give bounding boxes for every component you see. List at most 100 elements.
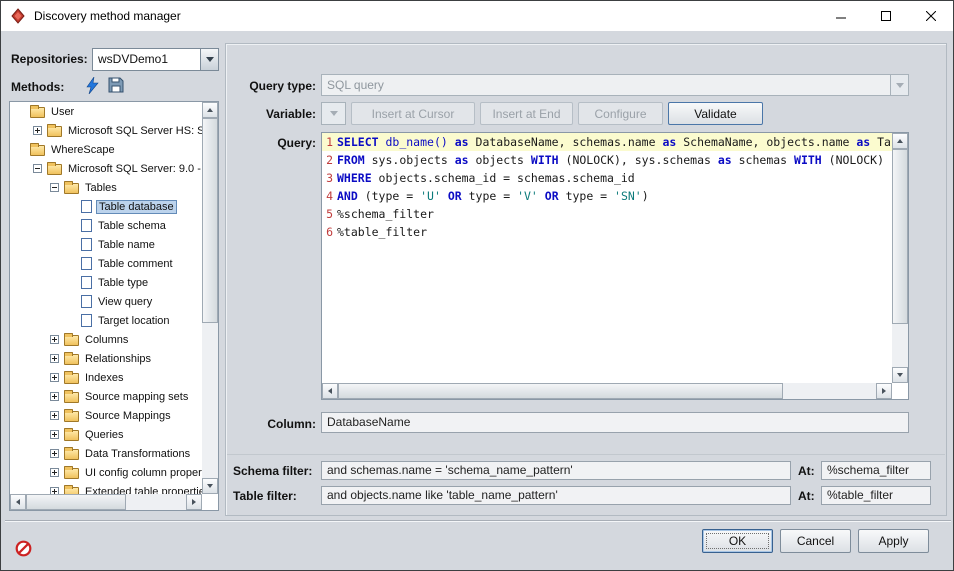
tree-item[interactable]: UI config column properties <box>10 463 202 482</box>
query-editor-content[interactable]: 1SELECT db_name() as DatabaseName, schem… <box>322 133 892 383</box>
tree-item[interactable]: Table comment <box>10 254 202 273</box>
schema-filter-label: Schema filter: <box>233 464 312 478</box>
refresh-methods-button[interactable] <box>82 75 102 95</box>
titlebar[interactable]: Discovery method manager <box>1 1 953 31</box>
close-button[interactable] <box>908 1 953 31</box>
tree-item[interactable]: Source Mappings <box>10 406 202 425</box>
schema-filter-field[interactable]: and schemas.name = 'schema_name_pattern' <box>321 461 791 480</box>
code-line[interactable]: 4AND (type = 'U' OR type = 'V' OR type =… <box>322 187 892 205</box>
arrow-down-icon <box>207 484 213 488</box>
code-text: WHERE objects.schema_id = schemas.schema… <box>337 169 635 187</box>
tree-item[interactable]: Source mapping sets <box>10 387 202 406</box>
expand-icon[interactable] <box>50 392 59 401</box>
tree-item[interactable]: Table name <box>10 235 202 254</box>
expand-icon[interactable] <box>50 449 59 458</box>
doc-icon <box>81 276 92 289</box>
insert-at-end-button[interactable]: Insert at End <box>480 102 573 125</box>
tree-scroll-left-button[interactable] <box>10 494 26 510</box>
filter-section-divider <box>227 454 945 455</box>
query-type-select[interactable]: SQL query <box>321 74 909 96</box>
tree-item-label: Table comment <box>96 257 175 271</box>
expand-icon[interactable] <box>50 373 59 382</box>
tree-item[interactable]: User <box>10 102 202 121</box>
methods-tree-viewport[interactable]: UserMicrosoft SQL Server HS: S WhereScape… <box>10 102 202 494</box>
query-editor[interactable]: 1SELECT db_name() as DatabaseName, schem… <box>321 132 909 400</box>
configure-button[interactable]: Configure <box>578 102 663 125</box>
tree-hscroll-thumb[interactable] <box>26 494 126 510</box>
repositories-dropdown-button[interactable] <box>200 49 218 70</box>
expand-icon[interactable] <box>50 487 59 494</box>
query-type-dropdown-button[interactable] <box>890 75 908 95</box>
minimize-button[interactable] <box>818 1 863 31</box>
code-line[interactable]: 1SELECT db_name() as DatabaseName, schem… <box>322 133 892 151</box>
tree-item[interactable]: Queries <box>10 425 202 444</box>
tree-item[interactable]: Data Transformations <box>10 444 202 463</box>
tree-item-label: Tables <box>83 181 119 195</box>
save-methods-button[interactable] <box>106 75 126 95</box>
arrow-left-icon <box>16 499 20 505</box>
apply-button[interactable]: Apply <box>858 529 929 553</box>
tree-vertical-scrollbar[interactable] <box>202 102 218 494</box>
schema-at-field[interactable]: %schema_filter <box>821 461 931 480</box>
schema-at-label: At: <box>798 464 815 478</box>
insert-at-cursor-button[interactable]: Insert at Cursor <box>351 102 475 125</box>
tree-horizontal-scrollbar[interactable] <box>10 494 202 510</box>
column-field[interactable]: DatabaseName <box>321 412 909 433</box>
variable-select[interactable] <box>321 102 346 125</box>
editor-scroll-up-button[interactable] <box>892 133 908 149</box>
save-icon <box>108 77 124 93</box>
tree-item[interactable]: Table schema <box>10 216 202 235</box>
code-line[interactable]: 3WHERE objects.schema_id = schemas.schem… <box>322 169 892 187</box>
ok-button[interactable]: OK <box>702 529 773 553</box>
tree-item[interactable]: Table type <box>10 273 202 292</box>
tree-item[interactable]: Microsoft SQL Server HS: S <box>10 121 202 140</box>
table-filter-field[interactable]: and objects.name like 'table_name_patter… <box>321 486 791 505</box>
code-line[interactable]: 2FROM sys.objects as objects WITH (NOLOC… <box>322 151 892 169</box>
doc-icon <box>81 295 92 308</box>
expand-icon[interactable] <box>50 411 59 420</box>
tree-item[interactable]: Table database <box>10 197 202 216</box>
collapse-icon[interactable] <box>33 164 42 173</box>
editor-scroll-left-button[interactable] <box>322 383 338 399</box>
tree-item[interactable]: Tables <box>10 178 202 197</box>
cancel-button[interactable]: Cancel <box>780 529 851 553</box>
editor-vertical-scrollbar[interactable] <box>892 133 908 383</box>
tree-scroll-right-button[interactable] <box>186 494 202 510</box>
table-at-field[interactable]: %table_filter <box>821 486 931 505</box>
tree-scroll-down-button[interactable] <box>202 478 218 494</box>
validate-button[interactable]: Validate <box>668 102 763 125</box>
tree-item[interactable]: Indexes <box>10 368 202 387</box>
repositories-select[interactable]: wsDVDemo1 <box>92 48 219 71</box>
editor-scroll-right-button[interactable] <box>876 383 892 399</box>
tree-item[interactable]: Target location <box>10 311 202 330</box>
variable-dropdown-button[interactable] <box>322 103 345 124</box>
editor-scroll-down-button[interactable] <box>892 367 908 383</box>
editor-hscroll-thumb[interactable] <box>338 383 783 399</box>
code-line[interactable]: 5%schema_filter <box>322 205 892 223</box>
tree-item[interactable]: WhereScape <box>10 140 202 159</box>
code-line[interactable]: 6%table_filter <box>322 223 892 241</box>
tree-item[interactable]: Relationships <box>10 349 202 368</box>
tree-item[interactable]: Microsoft SQL Server: 9.0 - <box>10 159 202 178</box>
collapse-icon[interactable] <box>50 183 59 192</box>
window-title: Discovery method manager <box>34 9 181 23</box>
expand-icon[interactable] <box>33 126 42 135</box>
tree-item[interactable]: Extended table properties <box>10 482 202 494</box>
folder-icon <box>30 145 45 156</box>
editor-horizontal-scrollbar[interactable] <box>322 383 892 399</box>
editor-vscroll-thumb[interactable] <box>892 149 908 324</box>
folder-icon <box>47 126 62 137</box>
tree-scroll-up-button[interactable] <box>202 102 218 118</box>
expand-icon[interactable] <box>50 468 59 477</box>
folder-icon <box>64 468 79 479</box>
expand-icon[interactable] <box>50 430 59 439</box>
footer-divider <box>5 520 951 522</box>
maximize-button[interactable] <box>863 1 908 31</box>
expand-icon[interactable] <box>50 354 59 363</box>
tree-vscroll-thumb[interactable] <box>202 118 218 323</box>
tree-item-label: WhereScape <box>49 143 117 157</box>
tree-item[interactable]: Columns <box>10 330 202 349</box>
tree-item[interactable]: View query <box>10 292 202 311</box>
tree-item-label: View query <box>96 295 154 309</box>
expand-icon[interactable] <box>50 335 59 344</box>
